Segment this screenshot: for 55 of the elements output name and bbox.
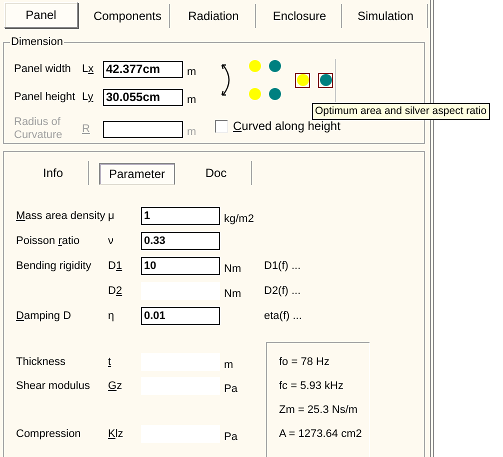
field-label: Mass area density: [16, 210, 106, 222]
tab[interactable]: Doc: [181, 161, 252, 185]
symbol-label: Lx: [82, 63, 95, 75]
unit-label: m: [224, 358, 234, 370]
input-field[interactable]: 10: [141, 256, 220, 274]
field-label: Poisson ratio: [16, 234, 80, 246]
field-label: Bending rigidity: [16, 260, 92, 272]
unit-label: Nm: [224, 262, 242, 274]
tab[interactable]: Simulation: [344, 4, 428, 28]
symbol-label: Klz: [108, 428, 124, 440]
tab[interactable]: Panel: [4, 2, 78, 28]
field-label: Panel height: [14, 90, 76, 104]
field-label: Compression: [16, 428, 81, 440]
function-link[interactable]: D1(f) ...: [264, 260, 301, 272]
function-link[interactable]: D2(f) ...: [264, 284, 301, 296]
result-text: fc = 5.93 kHz: [279, 379, 345, 393]
field-label: Shear modulus: [16, 380, 90, 392]
result-text: A = 1273.64 cm2: [279, 427, 363, 441]
tab[interactable]: Radiation: [172, 4, 256, 28]
field-label: Radius of Curvature: [14, 116, 64, 142]
unit-label: Pa: [224, 430, 238, 442]
input-field[interactable]: 0.01: [141, 306, 220, 324]
tab[interactable]: Components: [86, 4, 170, 28]
unit-label: m: [187, 126, 196, 138]
symbol-label: μ: [108, 210, 114, 222]
tab[interactable]: Info: [18, 161, 89, 185]
field-label: Thickness: [16, 356, 66, 368]
input-field[interactable]: 42.377cm: [103, 60, 183, 78]
symbol-label: ν: [108, 234, 114, 246]
symbol-label: D1: [108, 260, 122, 272]
unit-label: kg/m2: [224, 212, 254, 224]
input-field[interactable]: 30.055cm: [103, 88, 183, 106]
field-label: Panel width: [14, 62, 72, 76]
symbol-label: η: [108, 310, 114, 322]
unit-label: m: [187, 66, 196, 78]
unit-label: m: [187, 94, 196, 106]
unit-label: Nm: [224, 288, 242, 300]
function-link[interactable]: eta(f) ...: [264, 310, 302, 322]
result-text: Zm = 25.3 Ns/m: [279, 403, 359, 417]
input-field[interactable]: 0.33: [141, 232, 220, 250]
tab[interactable]: Parameter: [99, 163, 175, 185]
group-title: Dimension: [10, 36, 64, 48]
symbol-label: Ly: [82, 91, 94, 103]
symbol-label: t: [108, 356, 112, 368]
checkbox[interactable]: [215, 120, 228, 132]
result-text: fo = 78 Hz: [279, 355, 330, 369]
input-field[interactable]: 1: [141, 206, 220, 224]
field-label: Damping D: [16, 310, 72, 322]
symbol-label: R: [82, 123, 91, 135]
tooltip: Optimum area and silver aspect ratio: [312, 103, 490, 120]
unit-label: Pa: [224, 382, 238, 394]
checkbox-label: Curved along height: [233, 119, 340, 133]
tab[interactable]: Enclosure: [258, 4, 342, 28]
symbol-label: D2: [108, 284, 122, 296]
symbol-label: Gz: [108, 380, 122, 392]
